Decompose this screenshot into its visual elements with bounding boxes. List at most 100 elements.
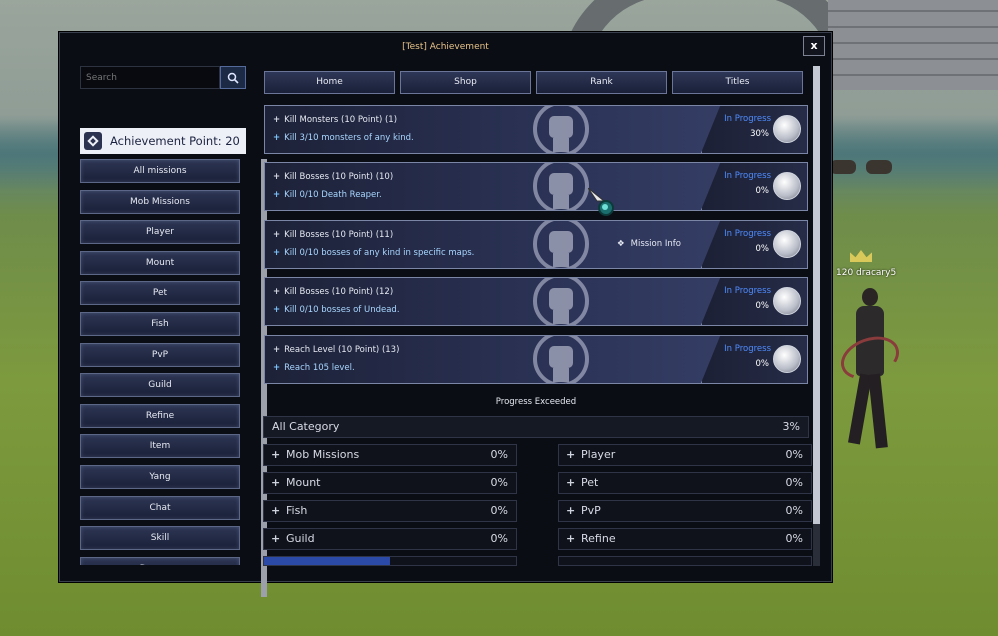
category-progress-cell[interactable]: + Mount 0%	[263, 472, 517, 494]
achievement-title: Kill Bosses (10 Point) (10)	[284, 172, 394, 182]
mission-item-skill[interactable]: Skill	[80, 526, 240, 551]
category-value: 0%	[785, 504, 803, 517]
plus-icon: +	[273, 345, 281, 355]
mission-item-refine[interactable]: Refine	[80, 403, 240, 428]
achievement-row[interactable]: + Kill Bosses (10 Point) (12) + Kill 0/10 …	[264, 277, 808, 326]
mission-item-chat[interactable]: Chat	[80, 495, 240, 520]
category-name: Fish	[286, 504, 308, 517]
right-scrollbar[interactable]	[813, 66, 820, 566]
player-name-tag: 120 dracary5	[836, 268, 897, 278]
achievement-title: Kill Bosses (10 Point) (12)	[284, 287, 394, 297]
category-progress-cell[interactable]: + Refine 0%	[558, 528, 812, 550]
plus-icon: +	[273, 363, 281, 373]
mission-item-mount[interactable]: Mount	[80, 250, 240, 275]
progress-percent: 30%	[750, 129, 769, 139]
mission-item-fish[interactable]: Fish	[80, 311, 240, 336]
category-name: PvP	[581, 504, 601, 517]
status-label: In Progress	[724, 114, 771, 124]
fist-emblem-icon	[533, 221, 589, 268]
mission-item-all-missions[interactable]: All missions	[80, 159, 240, 183]
category-progress-cell-partial[interactable]	[263, 556, 517, 566]
achievement-row[interactable]: + Kill Bosses (10 Point) (11) + Kill 0/10 …	[264, 220, 808, 269]
mission-item-dungeon[interactable]: Dungeon	[80, 556, 240, 565]
fist-emblem-icon	[533, 278, 589, 325]
player-character[interactable]	[834, 288, 906, 458]
plus-icon: +	[566, 476, 576, 489]
status-label: In Progress	[724, 344, 771, 354]
reward-medal-icon[interactable]	[773, 172, 801, 200]
mission-item-mob-missions[interactable]: Mob Missions	[80, 189, 240, 214]
achievement-point-label: Achievement Point: 20	[110, 134, 240, 148]
achievement-title: Kill Bosses (10 Point) (11)	[284, 230, 394, 240]
mission-item-pvp[interactable]: PvP	[80, 342, 240, 367]
category-value: 0%	[785, 448, 803, 461]
category-progress-cell[interactable]: + PvP 0%	[558, 500, 812, 522]
category-name: Player	[581, 448, 616, 461]
wolf-creature[interactable]	[830, 160, 856, 174]
plus-icon: +	[273, 172, 281, 182]
fist-emblem-icon	[533, 336, 589, 383]
achievement-desc: Kill 0/10 bosses of Undead.	[284, 305, 400, 315]
plus-icon: +	[566, 504, 576, 517]
status-label: In Progress	[724, 229, 771, 239]
progress-percent: 0%	[755, 244, 770, 254]
tab-titles[interactable]: Titles	[672, 71, 803, 94]
achievement-desc: Kill 3/10 monsters of any kind.	[284, 133, 414, 143]
wolf-creature[interactable]	[866, 160, 892, 174]
mission-item-pet[interactable]: Pet	[80, 281, 240, 306]
reward-medal-icon[interactable]	[773, 115, 801, 143]
search-input[interactable]	[80, 66, 220, 89]
background-wall	[828, 0, 998, 90]
category-progress-cell-partial[interactable]	[558, 556, 812, 566]
category-progress-cell[interactable]: + Fish 0%	[263, 500, 517, 522]
arrow-icon: ❖	[617, 239, 625, 249]
plus-icon: +	[273, 305, 281, 315]
achievement-title: Kill Monsters (10 Point) (1)	[284, 115, 398, 125]
achievement-row[interactable]: + Kill Monsters (10 Point) (1) + Kill 3/10…	[264, 105, 808, 154]
category-progress-cell[interactable]: + Mob Missions 0%	[263, 444, 517, 466]
mission-item-player[interactable]: Player	[80, 220, 240, 245]
mission-item-item[interactable]: Item	[80, 434, 240, 459]
achievement-diamond-icon	[84, 132, 102, 150]
reward-medal-icon[interactable]	[773, 345, 801, 373]
achievement-row[interactable]: + Kill Bosses (10 Point) (10) + Kill 0/10 …	[264, 162, 808, 211]
tab-shop[interactable]: Shop	[400, 71, 531, 94]
tab-rank[interactable]: Rank	[536, 71, 667, 94]
reward-medal-icon[interactable]	[773, 230, 801, 258]
category-value: 0%	[490, 448, 508, 461]
category-value: 0%	[490, 532, 508, 545]
category-progress-cell[interactable]: + Player 0%	[558, 444, 812, 466]
fist-emblem-icon	[533, 106, 589, 153]
mission-item-guild[interactable]: Guild	[80, 373, 240, 398]
achievement-row[interactable]: + Reach Level (10 Point) (13) + Reach 105 …	[264, 335, 808, 384]
category-value: 0%	[490, 476, 508, 489]
reward-medal-icon[interactable]	[773, 287, 801, 315]
category-name: Pet	[581, 476, 599, 489]
category-value: 0%	[785, 476, 803, 489]
close-button[interactable]: x	[803, 36, 825, 56]
category-progress-cell[interactable]: + Guild 0%	[263, 528, 517, 550]
plus-icon: +	[273, 287, 281, 297]
plus-icon: +	[273, 230, 281, 240]
tab-home[interactable]: Home	[264, 71, 395, 94]
achievement-desc: Kill 0/10 Death Reaper.	[284, 190, 382, 200]
category-progress-cell[interactable]: + Pet 0%	[558, 472, 812, 494]
plus-icon: +	[566, 448, 576, 461]
category-name: Mob Missions	[286, 448, 360, 461]
mission-info-button[interactable]: ❖ Mission Info	[617, 239, 681, 249]
mission-item-yang[interactable]: Yang	[80, 464, 240, 489]
player-rank-icon	[850, 250, 872, 262]
status-label: In Progress	[724, 286, 771, 296]
all-category-row: All Category 3%	[263, 416, 809, 438]
category-name: Guild	[286, 532, 315, 545]
mission-category-list: All missions Mob Missions Player Mount P…	[80, 159, 242, 565]
search-button[interactable]	[220, 66, 246, 89]
progress-percent: 0%	[755, 301, 770, 311]
plus-icon: +	[273, 115, 281, 125]
window-title: [Test] Achievement	[402, 42, 489, 52]
achievement-window: [Test] Achievement x Achievement Point: …	[59, 32, 832, 597]
plus-icon: +	[273, 133, 281, 143]
plus-icon: +	[273, 190, 281, 200]
category-name: Refine	[581, 532, 616, 545]
achievement-desc: Reach 105 level.	[284, 363, 355, 373]
